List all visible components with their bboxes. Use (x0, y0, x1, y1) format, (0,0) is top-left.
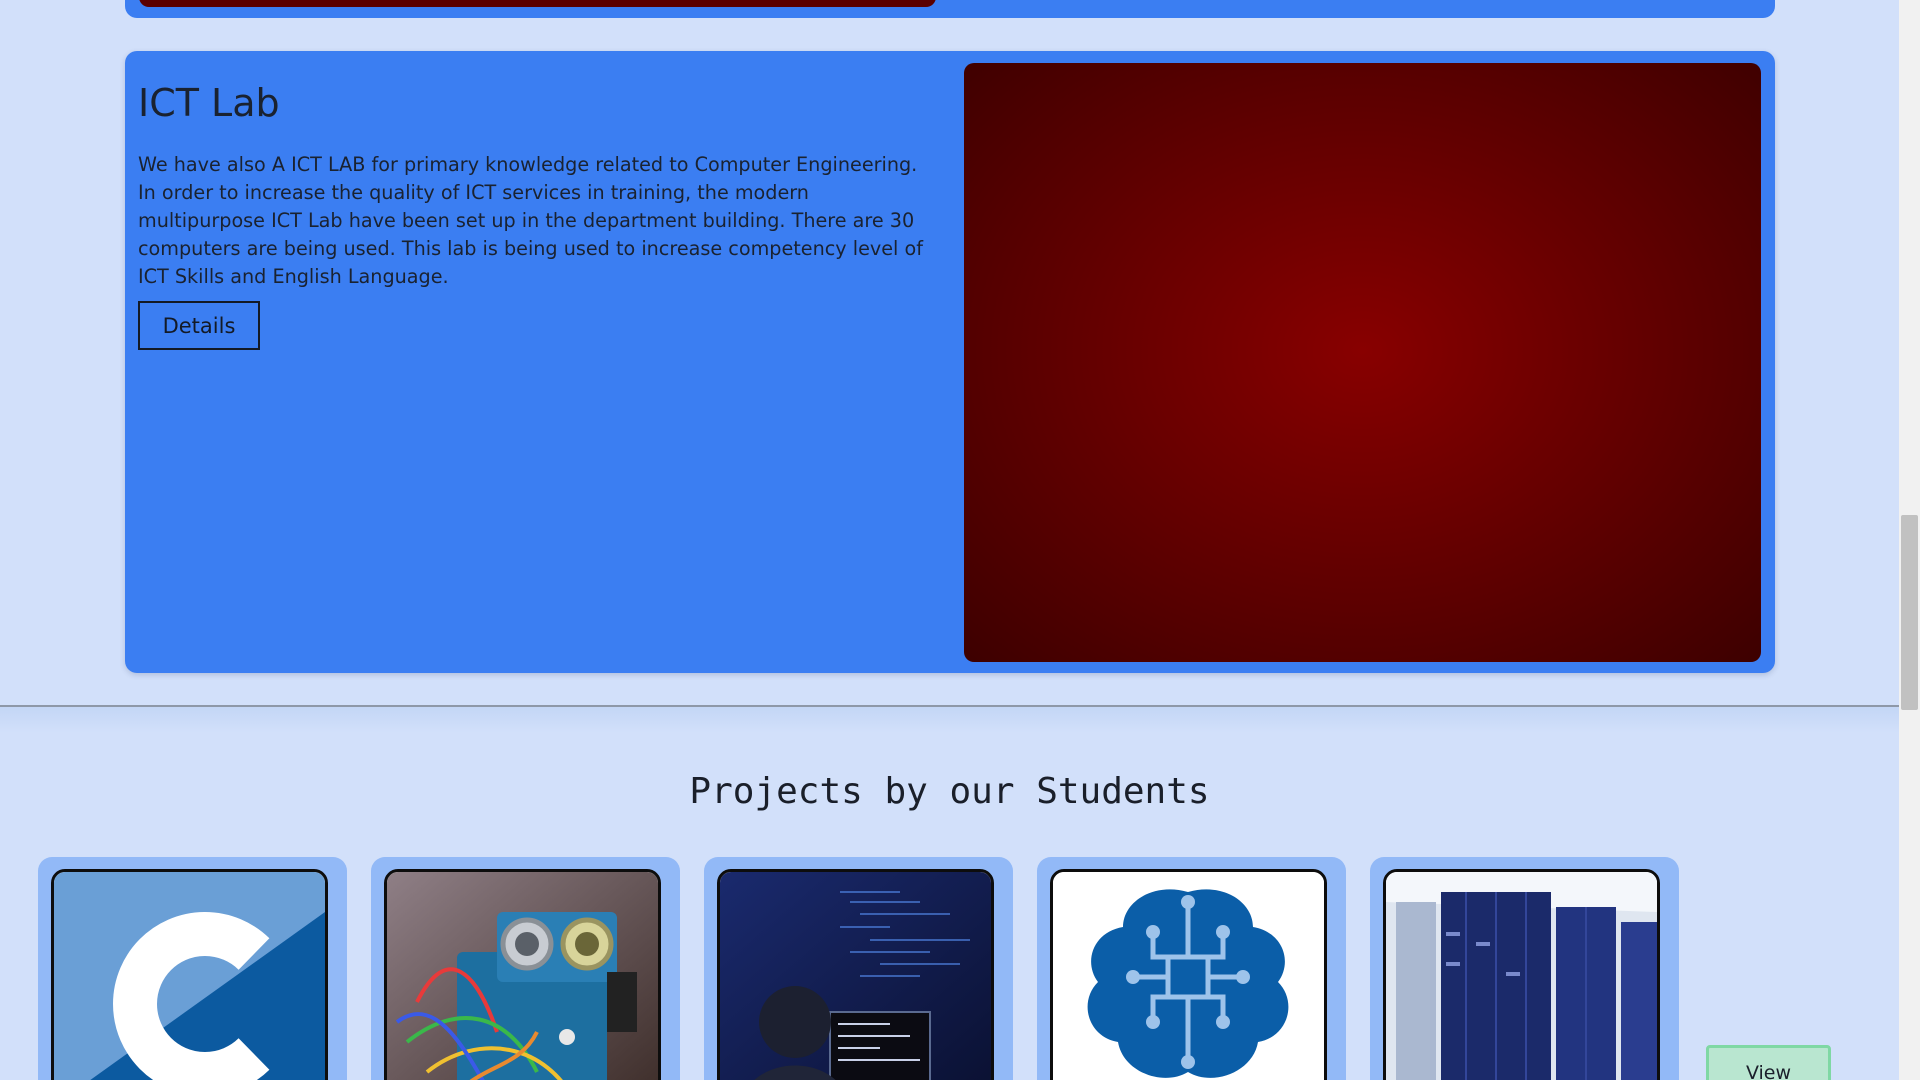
view-button[interactable]: View (1706, 1045, 1831, 1080)
previous-section-card (125, 0, 1775, 18)
project-card[interactable] (371, 857, 680, 1080)
lab-media-placeholder (964, 63, 1761, 662)
lab-description: We have also A ICT LAB for primary knowl… (138, 153, 923, 288)
lab-title: ICT Lab (138, 81, 280, 125)
ai-brain-circuit-icon (1053, 872, 1324, 1080)
arduino-robot-icon (387, 872, 658, 1080)
ict-lab-card: ICT Lab We have also A ICT LAB for prima… (125, 51, 1775, 673)
server-rack-icon (1386, 872, 1657, 1080)
divider-shadow (0, 707, 1899, 733)
project-thumbnail[interactable] (1050, 869, 1327, 1080)
project-card[interactable] (38, 857, 347, 1080)
project-thumbnail[interactable] (51, 869, 328, 1080)
previous-section-media (139, 0, 936, 7)
project-card[interactable] (704, 857, 1013, 1080)
project-card[interactable] (1037, 857, 1346, 1080)
project-thumbnail[interactable] (384, 869, 661, 1080)
scrollbar-thumb[interactable] (1901, 515, 1918, 710)
projects-heading: Projects by our Students (689, 771, 1210, 812)
c-language-logo-icon (54, 872, 325, 1080)
vertical-scrollbar[interactable] (1899, 0, 1920, 1080)
project-thumbnail[interactable] (1383, 869, 1660, 1080)
details-button[interactable]: Details (138, 301, 260, 350)
project-thumbnail[interactable] (717, 869, 994, 1080)
project-card[interactable] (1370, 857, 1679, 1080)
programmer-screen-icon (720, 872, 991, 1080)
page: ICT Lab We have also A ICT LAB for prima… (0, 0, 1899, 1080)
